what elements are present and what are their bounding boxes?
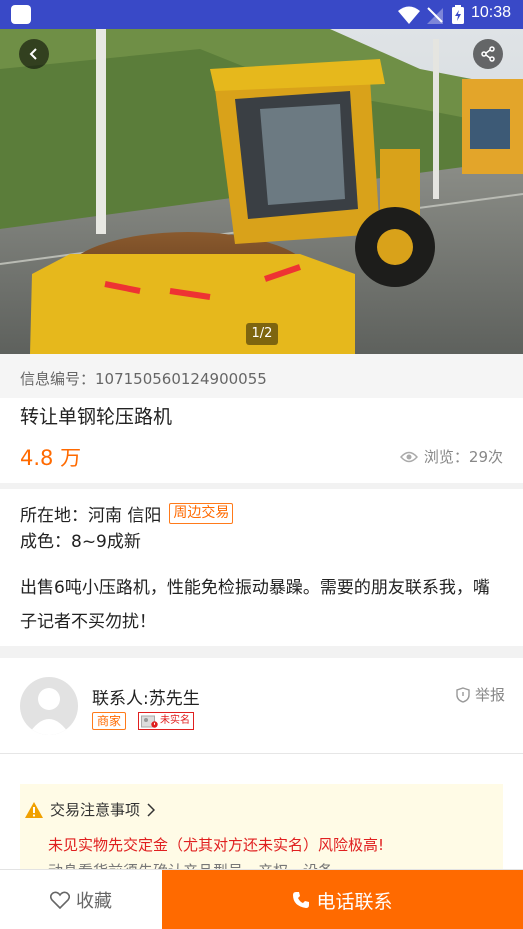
location-text: 所在地：河南 信阳 xyxy=(20,506,162,526)
nearby-trade-tag[interactable]: 周边交易 xyxy=(169,503,234,524)
chevron-left-icon xyxy=(29,48,37,60)
listing-photo[interactable] xyxy=(0,29,523,354)
contact-name: 联系人:苏先生 xyxy=(92,689,200,709)
wifi-icon xyxy=(398,6,420,24)
default-avatar-icon xyxy=(28,688,70,735)
no-signal-icon xyxy=(427,7,443,24)
clock: 10:38 xyxy=(470,4,511,21)
avatar[interactable] xyxy=(20,677,78,735)
favorite-label: 收藏 xyxy=(76,891,112,912)
status-bar: 10:38 xyxy=(0,0,523,29)
notice-section: 交易注意事项 未见实物先交定金（尤其对方还未实名）风险极高! 动身看货前须先确认… xyxy=(0,754,523,869)
notification-app-icon xyxy=(11,5,31,24)
view-count-text: 浏览：29次 xyxy=(423,448,503,466)
warning-icon xyxy=(25,801,43,818)
title-block: 转让单钢轮压路机 4.8 万 浏览：29次 xyxy=(0,398,523,483)
notice-warning: 未见实物先交定金（尤其对方还未实名）风险极高! xyxy=(48,836,385,854)
chevron-right-icon xyxy=(147,802,156,817)
listing-title: 转让单钢轮压路机 xyxy=(20,406,173,428)
merchant-badge: 商家 xyxy=(92,712,127,730)
favorite-button[interactable]: 收藏 xyxy=(0,870,162,929)
id-card-alert-icon xyxy=(141,715,158,728)
call-label: 电话联系 xyxy=(316,890,393,913)
listing-price: 4.8 万 xyxy=(20,446,82,470)
share-icon xyxy=(481,46,495,62)
battery-charging-icon xyxy=(452,5,464,24)
eye-icon xyxy=(399,451,418,462)
trade-notice[interactable]: 交易注意事项 未见实物先交定金（尤其对方还未实名）风险极高! 动身看货前须先确认… xyxy=(20,784,503,869)
notice-detail: 动身看货前须先确认产品型号、产权、设备 xyxy=(48,860,333,869)
back-button[interactable] xyxy=(19,39,49,69)
report-label: 举报 xyxy=(474,686,505,704)
notice-title-row[interactable]: 交易注意事项 xyxy=(24,799,156,820)
view-count: 浏览：29次 xyxy=(399,446,503,467)
shield-icon xyxy=(456,686,470,703)
report-button[interactable]: 举报 xyxy=(456,684,505,705)
unverified-badge: 未实名 xyxy=(138,712,194,730)
road-roller-photo xyxy=(0,29,523,354)
contact-block: 联系人:苏先生 商家 未实名 举报 xyxy=(0,658,523,754)
phone-icon xyxy=(293,892,310,908)
heart-icon xyxy=(50,891,70,909)
notice-title: 交易注意事项 xyxy=(50,801,141,819)
location-row: 所在地：河南 信阳 周边交易 xyxy=(20,501,234,526)
condition-text: 成色：8~9成新 xyxy=(20,532,141,552)
share-button[interactable] xyxy=(473,39,503,69)
info-id: 信息编号：107150560124900055 xyxy=(0,354,523,398)
call-button[interactable]: 电话联系 xyxy=(162,870,523,929)
photo-pager: 1/2 xyxy=(246,323,278,345)
bottom-action-bar: 收藏 电话联系 xyxy=(0,869,523,929)
description-text: 出售6吨小压路机，性能免检振动暴躁。需要的朋友联系我，嘴子记者不买勿扰！ xyxy=(20,578,490,632)
detail-block: 所在地：河南 信阳 周边交易 成色：8~9成新 出售6吨小压路机，性能免检振动暴… xyxy=(0,489,523,646)
unverified-badge-text: 未实名 xyxy=(160,715,190,726)
